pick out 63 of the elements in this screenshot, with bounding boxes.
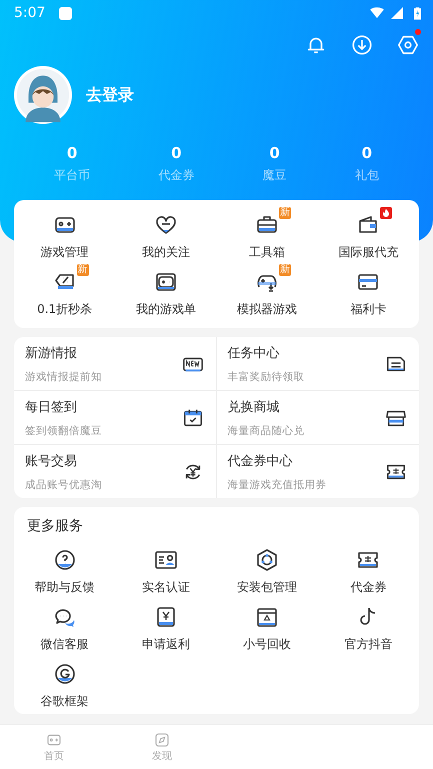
flame-icon [380, 207, 392, 219]
new-badge: 新 [279, 264, 292, 276]
feature-title: 兑换商城 [228, 399, 280, 416]
feature-title: 账号交易 [25, 453, 78, 470]
service-label[interactable]: 官方抖音 [344, 636, 392, 653]
feature-tile[interactable]: 新游情报 游戏情报提前知 [14, 337, 216, 391]
feature-tile[interactable]: 每日签到 签到领翻倍魔豆 [14, 391, 216, 445]
feature-title: 代金券中心 [228, 453, 294, 470]
section-title: 更多服务 [26, 517, 84, 536]
shortcut-label[interactable]: 游戏管理 [40, 244, 89, 261]
help-icon[interactable] [52, 548, 77, 572]
stat-label: 礼包 [354, 167, 379, 184]
status-time: 5:07 [14, 5, 46, 21]
shortcut-label[interactable]: 工具箱 [249, 244, 286, 261]
feature-title: 新游情报 [25, 345, 78, 362]
shortcut-label[interactable]: 国际服代充 [338, 244, 398, 261]
feature-tile[interactable]: 账号交易 成品账号优惠淘 [14, 445, 216, 498]
id-card-icon[interactable] [154, 548, 178, 572]
recycle-icon[interactable] [255, 605, 280, 629]
service-label[interactable]: 申请返利 [142, 636, 190, 653]
wifi-icon [370, 7, 384, 19]
stat-label: 魔豆 [262, 167, 287, 184]
shortcut-label[interactable]: 福利卡 [350, 301, 386, 318]
stat-value: 0 [269, 144, 280, 162]
feature-subtitle: 海量商品随心兑 [228, 424, 304, 438]
feature-tile[interactable]: 任务中心 丰富奖励待领取 [216, 337, 419, 391]
notification-icon [59, 6, 72, 20]
service-label[interactable]: 微信客服 [40, 636, 89, 653]
battery-icon [414, 6, 421, 20]
shortcut-label[interactable]: 0.1折秒杀 [37, 301, 92, 318]
settings-icon[interactable] [397, 34, 419, 56]
stat-value: 0 [66, 144, 78, 162]
calendar-icon [182, 407, 204, 429]
feature-title: 任务中心 [228, 345, 280, 362]
heart-icon[interactable] [154, 213, 178, 237]
service-label[interactable]: 安装包管理 [237, 579, 298, 596]
service-label[interactable]: 实名认证 [142, 579, 190, 596]
shortcut-label[interactable]: 我的关注 [142, 244, 190, 261]
feature-title: 每日签到 [25, 399, 78, 416]
service-label[interactable]: 谷歌框架 [40, 693, 89, 710]
hexagon-icon[interactable] [255, 548, 280, 572]
download-icon[interactable] [351, 34, 373, 56]
avatar[interactable] [14, 66, 72, 124]
service-label[interactable]: 代金券 [350, 579, 386, 596]
stat-label: 代金券 [158, 167, 194, 184]
letter-g-icon[interactable] [52, 662, 77, 686]
service-label[interactable]: 帮助与反馈 [34, 579, 95, 596]
stat-value: 0 [171, 144, 182, 162]
feature-subtitle: 海量游戏充值抵用券 [228, 478, 326, 492]
feature-subtitle: 丰富奖励待领取 [228, 370, 304, 384]
feature-tile[interactable]: 代金券中心 海量游戏充值抵用券 [216, 445, 419, 498]
new-badge: 新 [279, 207, 292, 219]
service-label[interactable]: 小号回收 [243, 636, 292, 653]
stat-label: 平台币 [54, 167, 90, 184]
shortcut-label[interactable]: 我的游戏单 [136, 301, 196, 318]
new-badge: 新 [76, 264, 89, 276]
feature-subtitle: 签到领翻倍魔豆 [25, 424, 102, 438]
stat-value: 0 [362, 144, 372, 162]
feature-subtitle: 游戏情报提前知 [25, 370, 102, 384]
feature-subtitle: 成品账号优惠淘 [25, 478, 102, 492]
signal-icon [390, 7, 404, 19]
feature-tile[interactable]: 兑换商城 海量商品随心兑 [216, 391, 419, 445]
shortcut-label[interactable]: 模拟器游戏 [237, 301, 298, 318]
